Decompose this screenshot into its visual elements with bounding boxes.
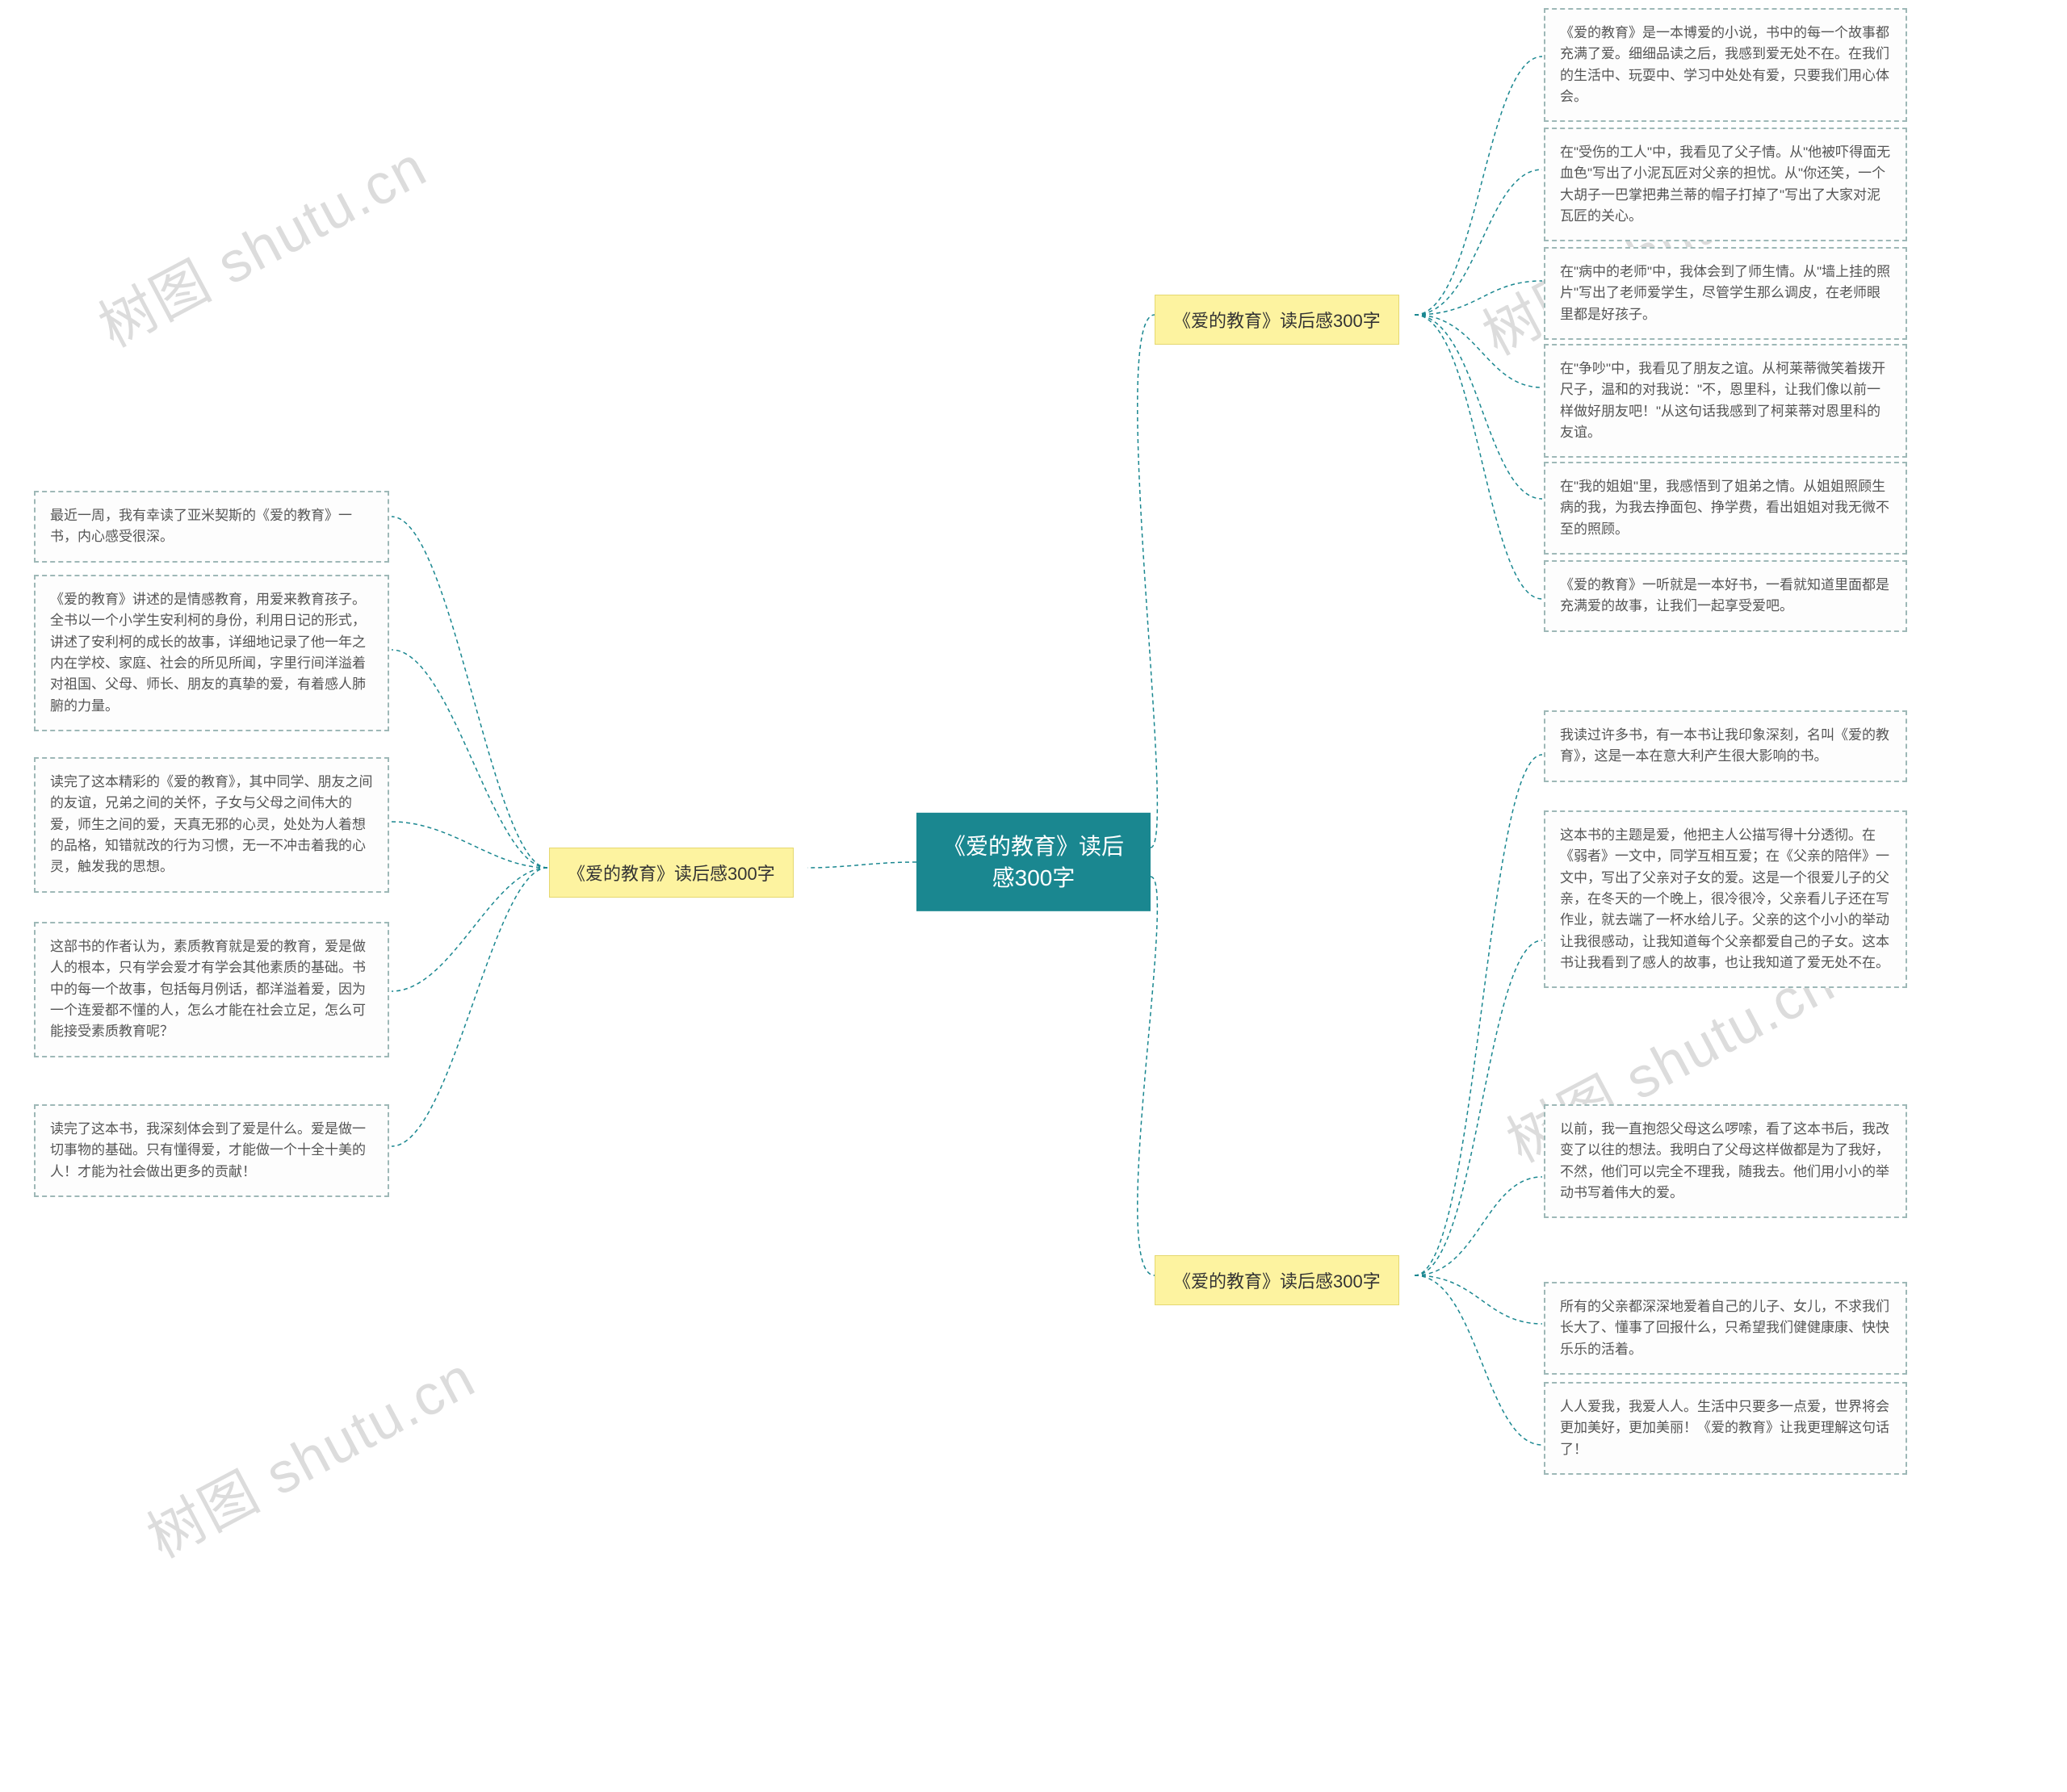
leaf-node[interactable]: 我读过许多书，有一本书让我印象深刻，名叫《爱的教育》，这是一本在意大利产生很大影…	[1544, 710, 1907, 782]
leaf-node[interactable]: 以前，我一直抱怨父母这么啰嗦，看了这本书后，我改变了以往的想法。我明白了父母这样…	[1544, 1104, 1907, 1218]
leaf-node[interactable]: 读完了这本精彩的《爱的教育》，其中同学、朋友之间的友谊，兄弟之间的关怀，子女与父…	[34, 757, 389, 893]
leaf-node[interactable]: 《爱的教育》是一本博爱的小说，书中的每一个故事都充满了爱。细细品读之后，我感到爱…	[1544, 8, 1907, 122]
leaf-node[interactable]: 在"争吵"中，我看见了朋友之谊。从柯莱蒂微笑着拨开尺子，温和的对我说："不，恩里…	[1544, 344, 1907, 458]
leaf-node[interactable]: 《爱的教育》讲述的是情感教育，用爱来教育孩子。全书以一个小学生安利柯的身份，利用…	[34, 575, 389, 731]
leaf-node[interactable]: 这部书的作者认为，素质教育就是爱的教育，爱是做人的根本，只有学会爱才有学会其他素…	[34, 922, 389, 1057]
leaf-node[interactable]: 《爱的教育》一听就是一本好书，一看就知道里面都是充满爱的故事，让我们一起享受爱吧…	[1544, 560, 1907, 632]
leaf-node[interactable]: 人人爱我，我爱人人。生活中只要多一点爱，世界将会更加美好，更加美丽！《爱的教育》…	[1544, 1382, 1907, 1475]
branch-right-bottom[interactable]: 《爱的教育》读后感300字	[1155, 1255, 1399, 1305]
leaf-node[interactable]: 在"病中的老师"中，我体会到了师生情。从"墙上挂的照片"写出了老师爱学生，尽管学…	[1544, 247, 1907, 340]
leaf-node[interactable]: 所有的父亲都深深地爱着自己的儿子、女儿，不求我们长大了、懂事了回报什么，只希望我…	[1544, 1282, 1907, 1375]
leaf-node[interactable]: 最近一周，我有幸读了亚米契斯的《爱的教育》一书，内心感受很深。	[34, 491, 389, 563]
leaf-node[interactable]: 在"受伤的工人"中，我看见了父子情。从"他被吓得面无血色"写出了小泥瓦匠对父亲的…	[1544, 128, 1907, 241]
root-node[interactable]: 《爱的教育》读后感300字	[916, 813, 1151, 911]
branch-right-top[interactable]: 《爱的教育》读后感300字	[1155, 295, 1399, 345]
leaf-node[interactable]: 这本书的主题是爱，他把主人公描写得十分透彻。在《弱者》一文中，同学互相互爱；在《…	[1544, 810, 1907, 988]
leaf-node[interactable]: 读完了这本书，我深刻体会到了爱是什么。爱是做一切事物的基础。只有懂得爱，才能做一…	[34, 1104, 389, 1197]
watermark: 树图 shutu.cn	[131, 1333, 487, 1574]
watermark: 树图 shutu.cn	[82, 122, 438, 363]
leaf-node[interactable]: 在"我的姐姐"里，我感悟到了姐弟之情。从姐姐照顾生病的我，为我去挣面包、挣学费，…	[1544, 462, 1907, 555]
branch-left[interactable]: 《爱的教育》读后感300字	[549, 848, 794, 898]
